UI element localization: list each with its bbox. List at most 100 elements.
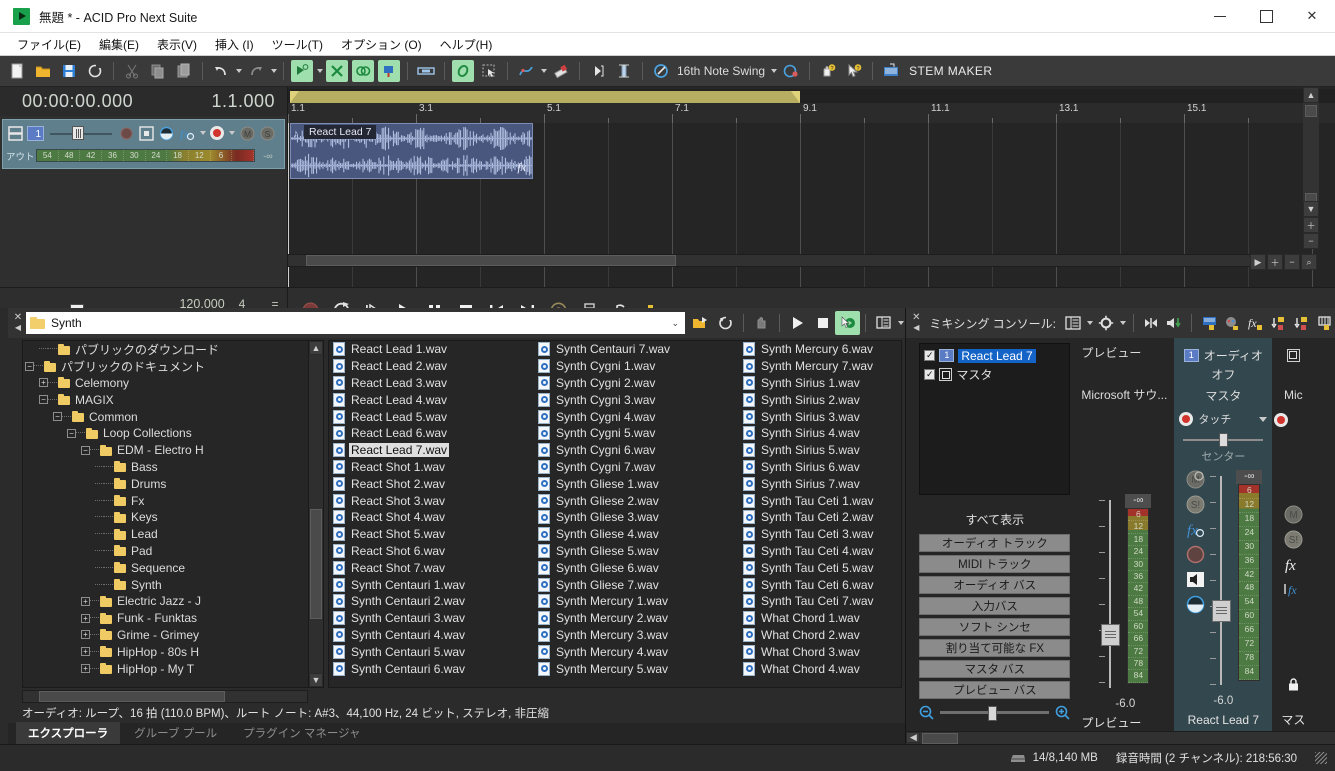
menu-item-view[interactable]: 表示(V): [148, 34, 206, 55]
timeline-vertical-scrollbar[interactable]: ▲ ▼ ＋ −: [1303, 87, 1319, 247]
file-list-item[interactable]: React Lead 5.wav: [329, 408, 534, 425]
file-list-item[interactable]: Synth Gliese 7.wav: [534, 576, 739, 593]
file-list-item[interactable]: Synth Centauri 1.wav: [329, 576, 534, 593]
tree-item[interactable]: Bass: [23, 459, 323, 476]
file-list-item[interactable]: Synth Mercury 1.wav: [534, 593, 739, 610]
file-list-item[interactable]: Synth Tau Ceti 5.wav: [739, 559, 902, 576]
add-input-bus-icon[interactable]: [1290, 312, 1312, 334]
file-list-item[interactable]: Synth Centauri 2.wav: [329, 593, 534, 610]
add-soft-synth-icon[interactable]: [1267, 312, 1289, 334]
draw-tool-icon[interactable]: [291, 60, 313, 82]
solo-icon[interactable]: S!: [1284, 530, 1303, 549]
file-list-item[interactable]: Synth Mercury 5.wav: [534, 660, 739, 677]
file-list-item[interactable]: Synth Sirius 5.wav: [739, 442, 902, 459]
tree-item[interactable]: −EDM - Electro H: [23, 442, 323, 459]
file-list-item[interactable]: Synth Cygni 2.wav: [534, 375, 739, 392]
automation-gear-icon[interactable]: [1179, 412, 1193, 426]
strip-size-slider[interactable]: [919, 705, 1070, 720]
expand-icon[interactable]: +: [81, 664, 90, 673]
mixer-strip-react-lead-7[interactable]: 1 オーディオ オフ マスタ タッチ センター: [1174, 338, 1272, 731]
snap-icon[interactable]: [587, 60, 609, 82]
timeline-ruler[interactable]: 1.1 3.1 5.1 7.1 9.1 11.1 13.1 15.1: [288, 103, 1335, 124]
automation-gear-icon[interactable]: [1274, 413, 1288, 427]
track-volume-slider[interactable]: [50, 126, 112, 140]
multipurpose-slider-icon[interactable]: [138, 125, 155, 142]
zoom-tool-button[interactable]: ⌕: [1301, 254, 1317, 270]
gear-dropdown-icon[interactable]: [1118, 314, 1127, 332]
collapse-icon[interactable]: −: [25, 362, 34, 371]
meter-reset-icon[interactable]: [1140, 312, 1162, 334]
file-list-item[interactable]: Synth Sirius 6.wav: [739, 459, 902, 476]
master-automation-row[interactable]: [1274, 409, 1312, 431]
file-list-item[interactable]: React Shot 1.wav: [329, 459, 534, 476]
add-fx-icon[interactable]: fx: [1244, 312, 1266, 334]
track-fx-dropdown-icon[interactable]: [198, 124, 207, 142]
filter-midi-track[interactable]: MIDI トラック: [919, 555, 1070, 573]
tree-scroll-down-button[interactable]: ▼: [309, 673, 323, 687]
mixer-track-list[interactable]: ✓ 1 React Lead 7 ✓ マスタ: [919, 343, 1070, 495]
filter-preview-bus[interactable]: プレビュー バス: [919, 681, 1070, 699]
preview-device-label[interactable]: Microsoft サウ...: [1081, 386, 1169, 404]
file-list-item[interactable]: What Chord 4.wav: [739, 660, 902, 677]
file-list-item[interactable]: Synth Mercury 3.wav: [534, 627, 739, 644]
file-list-item[interactable]: Synth Gliese 6.wav: [534, 559, 739, 576]
file-list-item[interactable]: React Lead 3.wav: [329, 375, 534, 392]
preview-db-value[interactable]: -6.0: [1081, 694, 1169, 714]
track-fx-icon[interactable]: fx: [178, 125, 195, 142]
tree-hscroll-thumb[interactable]: [39, 691, 225, 702]
resize-grip-icon[interactable]: [1315, 752, 1327, 764]
invert-phase-icon[interactable]: [158, 125, 175, 142]
tree-item[interactable]: Drums: [23, 475, 323, 492]
volume-fader[interactable]: [1210, 470, 1232, 691]
file-list-item[interactable]: Synth Cygni 4.wav: [534, 408, 739, 425]
clip-fx-badge[interactable]: fx: [517, 160, 526, 175]
draw-tool-dropdown-icon[interactable]: [315, 62, 324, 80]
views-icon[interactable]: [871, 311, 896, 335]
file-list-item[interactable]: Synth Centauri 6.wav: [329, 660, 534, 677]
file-list[interactable]: React Lead 1.wavReact Lead 2.wavReact Le…: [328, 340, 902, 688]
mute-icon[interactable]: M: [1186, 470, 1205, 489]
strip-output-label[interactable]: マスタ: [1179, 387, 1267, 408]
file-list-item[interactable]: Synth Mercury 4.wav: [534, 643, 739, 660]
explorer-close-icon[interactable]: ✕◀: [10, 313, 26, 333]
save-icon[interactable]: [58, 60, 80, 82]
paste-icon[interactable]: [173, 60, 195, 82]
menu-item-file[interactable]: ファイル(E): [8, 34, 90, 55]
preview-meter[interactable]: -∞ 612182430364248546066727884: [1125, 494, 1151, 694]
timeline-horizontal-scrollbar[interactable]: [287, 254, 1263, 267]
chevron-down-icon[interactable]: ⌄: [669, 318, 681, 329]
tree-item[interactable]: Keys: [23, 509, 323, 526]
file-list-item[interactable]: Synth Cygni 7.wav: [534, 459, 739, 476]
mixer-track-item-1[interactable]: ✓ 1 React Lead 7: [920, 346, 1069, 365]
lock-icon[interactable]: [1284, 675, 1303, 694]
collapse-icon[interactable]: −: [53, 412, 62, 421]
bars-beats-display[interactable]: 1.1.000: [211, 91, 275, 112]
mute-icon[interactable]: M: [1284, 505, 1303, 524]
menu-item-help[interactable]: ヘルプ(H): [431, 34, 502, 55]
file-list-item[interactable]: Synth Gliese 2.wav: [534, 492, 739, 509]
zoom-in-horizontal-button[interactable]: ＋: [1267, 254, 1283, 270]
undo-dropdown-icon[interactable]: [234, 62, 243, 80]
help-pointer-icon[interactable]: ?: [843, 60, 865, 82]
views-dropdown-icon[interactable]: [896, 314, 905, 332]
mute-icon[interactable]: M: [239, 125, 256, 142]
solo-icon[interactable]: S!: [1186, 495, 1205, 514]
scroll-down-button[interactable]: ▼: [1303, 201, 1319, 217]
file-list-item[interactable]: Synth Tau Ceti 7.wav: [739, 593, 902, 610]
filter-master-bus[interactable]: マスタ バス: [919, 660, 1070, 678]
tree-item[interactable]: −MAGIX: [23, 391, 323, 408]
file-list-item[interactable]: Synth Cygni 1.wav: [534, 358, 739, 375]
tab-groove-pool[interactable]: グルーブ プール: [122, 722, 229, 745]
select-tool-icon[interactable]: [478, 60, 500, 82]
tree-item[interactable]: Lead: [23, 526, 323, 543]
scroll-up-button[interactable]: ▲: [1303, 87, 1319, 103]
tree-item[interactable]: −Loop Collections: [23, 425, 323, 442]
zoom-out-horizontal-button[interactable]: −: [1284, 254, 1300, 270]
file-list-item[interactable]: Synth Centauri 5.wav: [329, 643, 534, 660]
tree-scroll-up-button[interactable]: ▲: [309, 341, 323, 355]
tree-item[interactable]: +Funk - Funktas: [23, 610, 323, 627]
file-list-item[interactable]: Synth Gliese 5.wav: [534, 543, 739, 560]
redo-icon[interactable]: [245, 60, 267, 82]
track-automation-dropdown-icon[interactable]: [227, 124, 236, 142]
scroll-right-button[interactable]: ▶: [1250, 254, 1266, 270]
